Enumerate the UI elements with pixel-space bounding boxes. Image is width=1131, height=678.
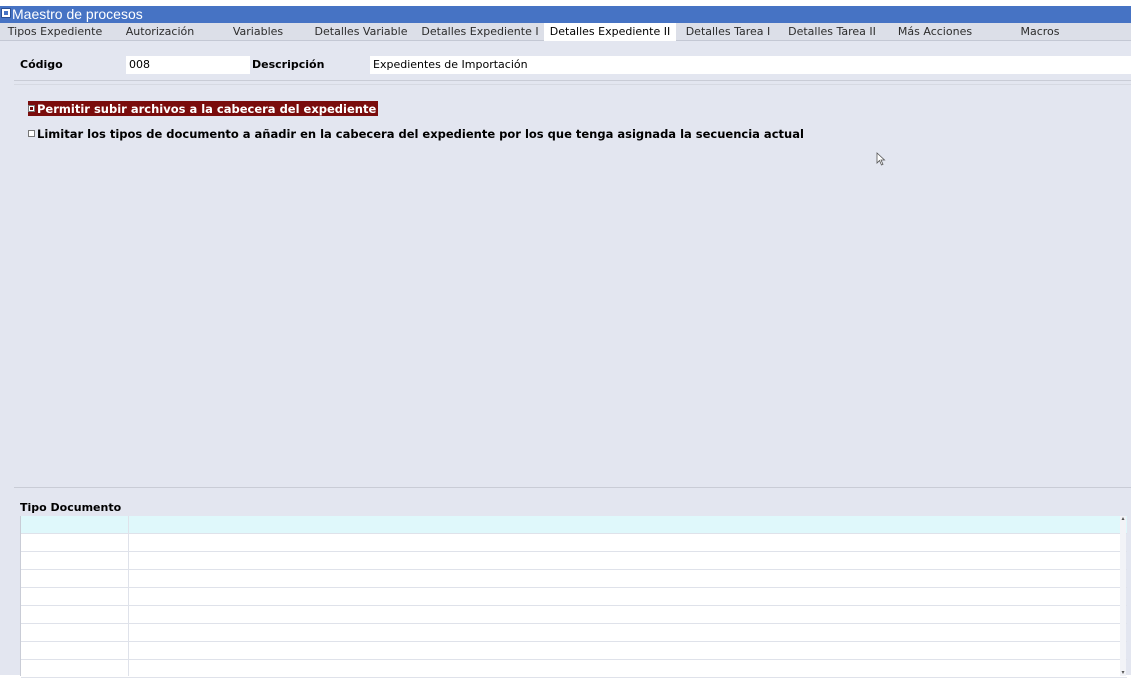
tab-variables[interactable]: Variables	[210, 23, 306, 41]
header-separator	[14, 80, 1131, 81]
record-header: Código 008 Descripción Expedientes de Im…	[14, 54, 1131, 76]
table-row[interactable]	[21, 516, 1127, 534]
tab-macros[interactable]: Macros	[986, 23, 1094, 41]
grid-title: Tipo Documento	[20, 501, 122, 514]
app-icon	[1, 7, 11, 18]
title-bar: Maestro de procesos	[0, 6, 1131, 23]
tab-detalles-expediente-i[interactable]: Detalles Expediente I	[416, 23, 544, 41]
checkbox-unchecked-icon[interactable]	[28, 130, 35, 137]
codigo-field[interactable]: 008	[126, 56, 250, 74]
scroll-up-icon[interactable]: ▴	[1120, 516, 1126, 522]
table-row[interactable]	[21, 642, 1127, 660]
document-type-grid: ▴ ▾	[20, 516, 1127, 678]
column-divider	[128, 516, 129, 676]
tab-detalles-variable[interactable]: Detalles Variable	[306, 23, 416, 41]
table-row[interactable]	[21, 606, 1127, 624]
table-row[interactable]	[21, 588, 1127, 606]
table-row[interactable]	[21, 660, 1127, 678]
tab-detalles-tarea-ii[interactable]: Detalles Tarea II	[780, 23, 884, 41]
descripcion-field[interactable]: Expedientes de Importación	[370, 56, 1131, 74]
table-row[interactable]	[21, 624, 1127, 642]
document-type-section: Tipo Documento ▴ ▾	[14, 487, 1131, 678]
options-panel: Permitir subir archivos a la cabecera de…	[14, 84, 1131, 484]
codigo-label: Código	[20, 58, 63, 71]
option-label: Permitir subir archivos a la cabecera de…	[37, 101, 377, 116]
option-permitir-subir-archivos[interactable]: Permitir subir archivos a la cabecera de…	[28, 101, 379, 116]
option-label: Limitar los tipos de documento a añadir …	[37, 126, 804, 141]
vertical-scrollbar[interactable]: ▴ ▾	[1120, 516, 1126, 676]
tab-mas-acciones[interactable]: Más Acciones	[884, 23, 986, 41]
option-limitar-tipos-documento[interactable]: Limitar los tipos de documento a añadir …	[28, 126, 804, 141]
mouse-pointer-icon	[876, 152, 886, 166]
table-row[interactable]	[21, 534, 1127, 552]
tab-tipos-expediente[interactable]: Tipos Expediente	[0, 23, 110, 41]
checkbox-checked-icon[interactable]	[28, 105, 35, 112]
table-row[interactable]	[21, 552, 1127, 570]
scroll-down-icon[interactable]: ▾	[1120, 670, 1126, 676]
descripcion-label: Descripción	[252, 58, 325, 71]
window-title: Maestro de procesos	[12, 6, 143, 22]
table-row[interactable]	[21, 570, 1127, 588]
tab-detalles-expediente-ii[interactable]: Detalles Expediente II	[544, 23, 676, 41]
tab-detalles-tarea-i[interactable]: Detalles Tarea I	[676, 23, 780, 41]
tab-autorizacion[interactable]: Autorización	[110, 23, 210, 41]
tab-bar: Tipos Expediente Autorización Variables …	[0, 23, 1131, 41]
